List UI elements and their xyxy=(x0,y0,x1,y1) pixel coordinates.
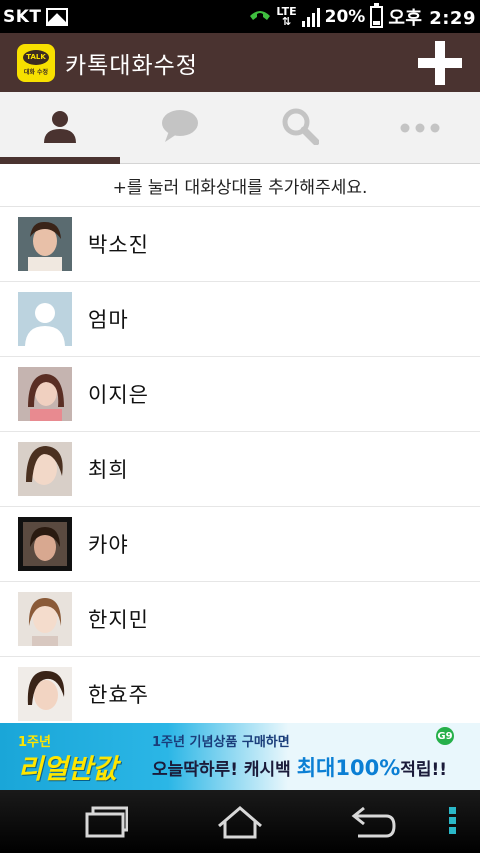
image-icon xyxy=(45,7,68,26)
contact-row[interactable]: 최희 xyxy=(0,432,480,507)
default-avatar-icon xyxy=(18,292,72,346)
tab-search[interactable] xyxy=(240,92,360,163)
carrier-label: SKT xyxy=(3,6,42,27)
ad-headline: 리얼반값 xyxy=(18,754,118,785)
g9-logo-icon: G9 xyxy=(436,727,454,745)
avatar xyxy=(18,442,72,496)
person-icon xyxy=(42,109,78,147)
tab-chats[interactable] xyxy=(120,92,240,163)
contact-row[interactable]: 카야 xyxy=(0,507,480,582)
contact-name: 카야 xyxy=(88,533,129,557)
battery-icon xyxy=(370,2,384,28)
signal-icon xyxy=(301,7,320,27)
home-icon[interactable] xyxy=(216,804,264,840)
contact-name: 엄마 xyxy=(88,308,129,332)
contact-name: 한효주 xyxy=(88,683,149,707)
back-icon[interactable] xyxy=(350,804,396,840)
add-contact-hint: +를 눌러 대화상대를 추가해주세요. xyxy=(0,164,480,207)
ad-line1: 1주년 기념상품 구매하면 xyxy=(152,735,290,750)
ad-line2a: 오늘딱하루! 캐시백 xyxy=(152,760,297,780)
tab-bar xyxy=(0,92,480,164)
ad-left: 1주년 리얼반값 xyxy=(0,723,150,790)
contact-row[interactable]: 이지은 xyxy=(0,357,480,432)
contact-row[interactable]: 한효주 xyxy=(0,657,480,732)
ad-banner[interactable]: 1주년 리얼반값 1주년 기념상품 구매하면 오늘딱하루! 캐시백 최대100%… xyxy=(0,723,480,790)
battery-percent: 20% xyxy=(324,6,366,27)
ad-line2: 오늘딱하루! 캐시백 최대100%적립!! xyxy=(152,752,480,782)
avatar xyxy=(18,217,72,271)
ad-highlight: 최대100% xyxy=(296,756,401,780)
tab-friends[interactable] xyxy=(0,92,120,164)
more-icon xyxy=(400,118,440,137)
contact-list: 박소진 엄마 이지은 최희 카야 한지민 한효주 xyxy=(0,207,480,732)
app-title: 카톡대화수정 xyxy=(65,52,198,79)
lte-text: LTE xyxy=(276,4,297,18)
menu-dots-icon[interactable] xyxy=(448,806,458,842)
contact-name: 한지민 xyxy=(88,608,149,632)
status-right: LTE ⇅ 20% 오후 2:29 xyxy=(249,2,476,30)
app-logo: TALK 대화 수정 xyxy=(17,43,55,82)
contact-row[interactable]: 박소진 xyxy=(0,207,480,282)
plus-icon[interactable] xyxy=(418,40,462,85)
clock: 오후 2:29 xyxy=(388,7,476,29)
logo-subtext: 대화 수정 xyxy=(23,68,49,76)
network-label: LTE ⇅ xyxy=(276,4,297,28)
tab-more[interactable] xyxy=(360,92,480,163)
phone-call-icon xyxy=(249,5,271,29)
avatar xyxy=(18,517,72,571)
avatar xyxy=(18,367,72,421)
contact-row[interactable]: 엄마 xyxy=(0,282,480,357)
navigation-bar xyxy=(0,790,480,853)
ad-line2c: 적립!! xyxy=(400,760,448,780)
talk-bubble-icon: TALK xyxy=(23,49,49,65)
avatar xyxy=(18,592,72,646)
contact-row[interactable]: 한지민 xyxy=(0,582,480,657)
chat-bubble-icon xyxy=(161,109,199,147)
search-icon xyxy=(281,107,320,149)
ad-copy: 1주년 기념상품 구매하면 오늘딱하루! 캐시백 최대100%적립!! xyxy=(150,731,480,782)
recent-apps-icon[interactable] xyxy=(84,804,129,840)
app-bar: TALK 대화 수정 카톡대화수정 xyxy=(0,33,480,92)
status-bar: SKT LTE ⇅ 20% 오후 2:29 xyxy=(0,0,480,33)
avatar xyxy=(18,667,72,721)
contact-name: 박소진 xyxy=(88,233,149,257)
contact-name: 이지은 xyxy=(88,383,149,407)
contact-name: 최희 xyxy=(88,458,129,482)
